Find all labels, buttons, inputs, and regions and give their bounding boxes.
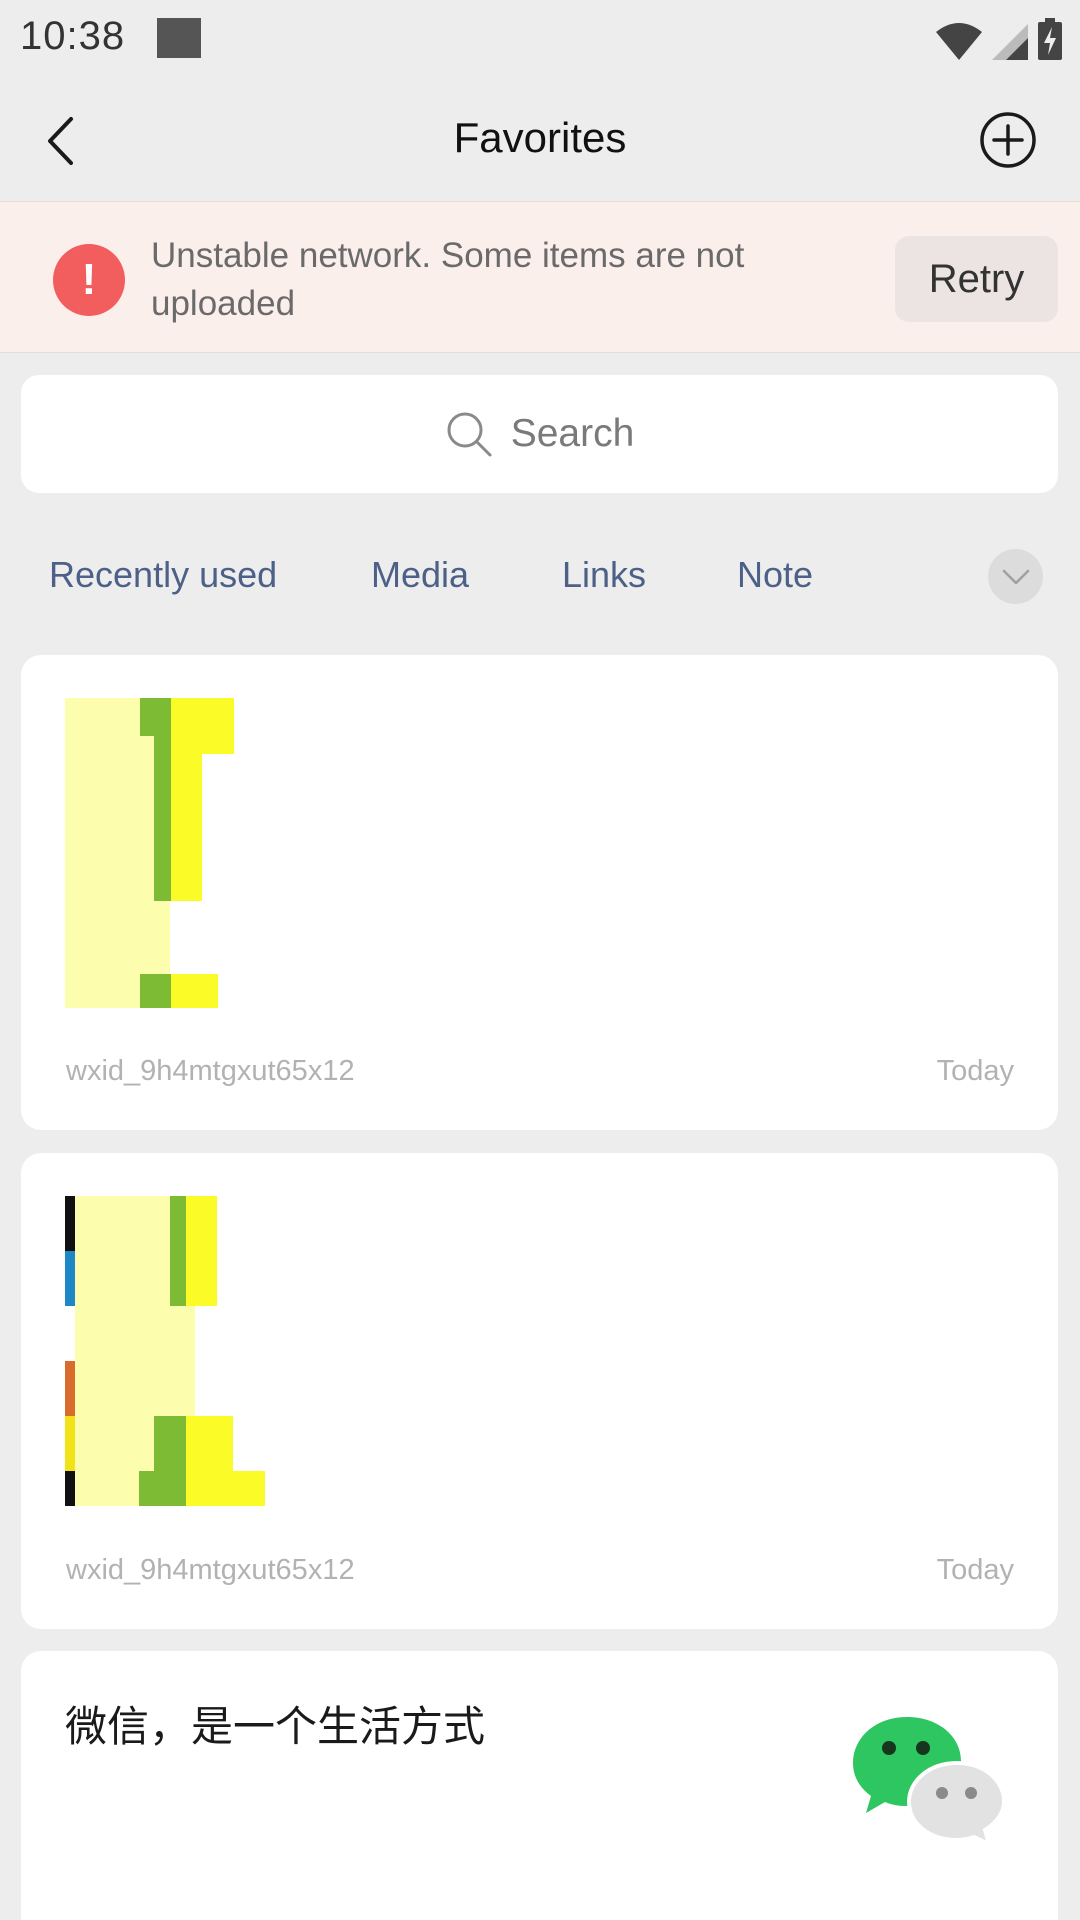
favorite-item[interactable]: wxid_9h4mtgxut65x12 Today [21,655,1058,1130]
tab-note[interactable]: Note [737,554,813,596]
tab-recently-used[interactable]: Recently used [49,554,277,596]
item-date: Today [936,1554,1014,1586]
item-date: Today [936,1055,1014,1087]
network-warning-banner: ! Unstable network. Some items are not u… [0,201,1080,353]
add-circle-icon[interactable] [978,110,1038,170]
note-text: 微信，是一个生活方式 [65,1702,486,1751]
search-icon [447,412,492,457]
tab-media[interactable]: Media [371,554,469,596]
favorite-item[interactable]: wxid_9h4mtgxut65x12 Today [21,1153,1058,1629]
chevron-down-icon [1002,569,1029,584]
retry-button[interactable]: Retry [895,236,1058,322]
warning-icon: ! [53,244,125,316]
image-thumbnail [65,698,234,1008]
item-meta: wxid_9h4mtgxut65x12 Today [66,1554,1014,1587]
battery-charging-icon [1038,18,1062,60]
favorites-screen: 10:38 Favorites ! Unstable network. Some… [0,0,1080,1920]
favorite-item[interactable]: 微信，是一个生活方式 [21,1651,1058,1920]
item-source: wxid_9h4mtgxut65x12 [66,1554,355,1586]
search-input[interactable]: Search [21,375,1058,493]
tab-links[interactable]: Links [562,554,646,596]
status-bar: 10:38 [0,0,1080,80]
item-meta: wxid_9h4mtgxut65x12 Today [66,1055,1014,1088]
page-title: Favorites [453,114,627,161]
more-filters-button[interactable] [988,549,1043,604]
wifi-icon [936,23,982,60]
notification-icon [157,18,201,58]
title-bar: Favorites [0,80,1080,201]
status-time: 10:38 [20,14,126,58]
search-placeholder: Search [510,412,635,455]
wechat-logo-icon [853,1717,1007,1843]
item-source: wxid_9h4mtgxut65x12 [66,1055,355,1087]
filter-tabs: Recently used Media Links Note [0,540,1080,610]
cell-signal-icon [992,24,1028,60]
status-icons [936,16,1062,60]
image-thumbnail [65,1196,265,1506]
warning-message: Unstable network. Some items are not upl… [151,236,745,323]
